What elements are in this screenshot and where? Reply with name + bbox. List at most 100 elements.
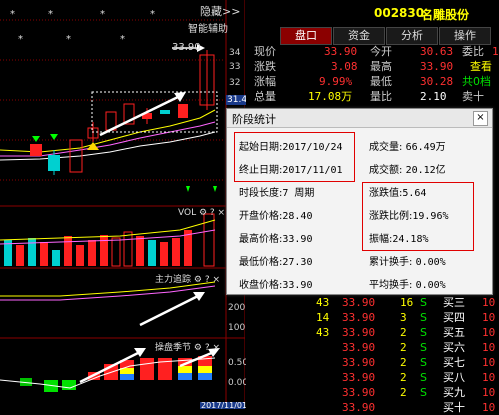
- label-open: 今开: [370, 45, 392, 58]
- label-vol-ratio: 量比: [370, 90, 392, 103]
- trade-price: 33.90: [342, 296, 376, 309]
- bid-level-value: 10: [482, 401, 496, 414]
- axis-100: 100: [228, 323, 246, 333]
- candles: [30, 50, 215, 175]
- bid-level-value: 10: [482, 341, 496, 354]
- bid-level-value: 10: [482, 386, 496, 399]
- value-pct: 9.99%: [319, 75, 353, 88]
- trade-side: S: [420, 386, 427, 399]
- trade-price: 33.90: [342, 356, 376, 369]
- period-label: 时段长度:7 周期: [239, 188, 315, 199]
- trade-side: S: [420, 296, 427, 309]
- trade-side: S: [420, 311, 427, 324]
- trade-side: S: [420, 356, 427, 369]
- bid-level-label: 买六: [443, 341, 465, 354]
- high-price-label: 33.90: [172, 42, 201, 53]
- bid-level-label: 买九: [443, 386, 465, 399]
- kline-chart-panel[interactable]: * * * * * * * 隐藏>> 智能辅助 33.90 34 33 32 3…: [0, 0, 254, 410]
- settings-gear-icon[interactable]: ⚙ ? ×: [194, 343, 220, 353]
- bid-level-label: 买十: [443, 401, 465, 414]
- tab-operation[interactable]: 操作: [439, 27, 491, 45]
- trade-price: 33.90: [342, 401, 376, 414]
- start-date-label: 起始日期:2017/10/24: [239, 142, 343, 153]
- value-vol-ratio: 2.10: [420, 90, 447, 103]
- svg-text:*: *: [10, 9, 15, 20]
- tab-analysis[interactable]: 分析: [386, 27, 438, 45]
- label-high: 最高: [370, 60, 392, 73]
- trade-qty: 16: [400, 296, 414, 309]
- vol-label[interactable]: VOL ⚙ ? ×: [178, 208, 225, 218]
- trade-side: S: [420, 341, 427, 354]
- label-change: 涨跌: [254, 60, 276, 73]
- tab-funds[interactable]: 资金: [333, 27, 385, 45]
- svg-text:*: *: [120, 34, 125, 45]
- bid-level-value: 10: [482, 371, 496, 384]
- label-bid-ratio: 委比: [462, 45, 484, 58]
- bid-level-value: 10: [482, 296, 496, 309]
- trade-count: 43: [316, 326, 330, 339]
- season-label[interactable]: 操盘季节 ⚙ ? ×: [155, 340, 220, 353]
- trade-count: 43: [316, 296, 330, 309]
- bid-level-label: 买七: [443, 356, 465, 369]
- low-price-label: 最低价格:27.30: [239, 257, 313, 268]
- trade-side: S: [420, 326, 427, 339]
- end-date-label: 终止日期:2017/11/01: [239, 165, 343, 176]
- settings-gear-icon[interactable]: ⚙ ? ×: [194, 275, 220, 285]
- axis-200: 200: [228, 303, 246, 313]
- trade-qty: 2: [400, 326, 407, 339]
- value-change: 3.08: [331, 60, 358, 73]
- svg-text:*: *: [150, 9, 155, 20]
- label-price: 现价: [254, 45, 276, 58]
- trade-price: 33.90: [342, 326, 376, 339]
- close-icon[interactable]: ×: [473, 111, 488, 126]
- trade-qty: 2: [400, 371, 407, 384]
- label-levels: 共0档: [462, 75, 491, 88]
- axis-33: 33: [229, 62, 241, 72]
- trade-price: 33.90: [342, 371, 376, 384]
- settings-gear-icon[interactable]: ⚙ ? ×: [199, 208, 225, 218]
- trade-price: 33.90: [342, 341, 376, 354]
- bid-level-value: 10: [482, 356, 496, 369]
- trade-qty: 2: [400, 356, 407, 369]
- label-low: 最低: [370, 75, 392, 88]
- season-bars: [20, 356, 212, 392]
- trade-qty: 3: [400, 311, 407, 324]
- stock-code: 002830: [374, 6, 425, 20]
- value-open: 30.63: [420, 45, 454, 58]
- axis-32: 32: [229, 78, 241, 88]
- bid-level-value: 10: [482, 326, 496, 339]
- change-pct-label: 涨跌比例:19.96%: [369, 211, 449, 222]
- hide-panel-button[interactable]: 隐藏>>: [200, 3, 240, 19]
- svg-text:*: *: [48, 9, 53, 20]
- bid-level-label: 买八: [443, 371, 465, 384]
- value-bid-ratio: 100: [492, 45, 499, 58]
- axis-34: 34: [229, 48, 241, 58]
- value-low: 30.28: [420, 75, 454, 88]
- change-value-label: 涨跌值:5.64: [369, 188, 427, 199]
- label-sell10: 卖十: [462, 90, 484, 103]
- label-volume: 总量: [254, 90, 276, 103]
- high-price-label: 最高价格:33.90: [239, 234, 313, 245]
- svg-text:*: *: [18, 34, 23, 45]
- avg-turnover-label: 平均换手: 0.00%: [369, 280, 446, 291]
- value-high: 33.90: [420, 60, 454, 73]
- close-price-label: 收盘价格:33.90: [239, 280, 313, 291]
- value-volume: 17.08万: [308, 90, 353, 103]
- label-pct: 涨幅: [254, 75, 276, 88]
- dialog-titlebar[interactable]: 阶段统计 ×: [227, 109, 492, 128]
- tab-order-book[interactable]: 盘口: [280, 27, 332, 45]
- smart-assist-label[interactable]: 智能辅助: [188, 20, 228, 35]
- stock-name: 名雕股份: [421, 8, 470, 22]
- main-force-label[interactable]: 主力追踪 ⚙ ? ×: [155, 272, 220, 285]
- open-price-label: 开盘价格:28.40: [239, 211, 313, 222]
- bid-level-value: 10: [482, 311, 496, 324]
- amplitude-label: 振幅:24.18%: [369, 234, 429, 245]
- view-link[interactable]: 查看: [470, 60, 492, 74]
- trade-count: 14: [316, 311, 330, 324]
- bid-level-label: 买三: [443, 296, 465, 309]
- trade-price: 33.90: [342, 386, 376, 399]
- trade-side: S: [420, 371, 427, 384]
- dialog-title: 阶段统计: [232, 113, 276, 126]
- bid-level-label: 买四: [443, 311, 465, 324]
- trade-price: 33.90: [342, 311, 376, 324]
